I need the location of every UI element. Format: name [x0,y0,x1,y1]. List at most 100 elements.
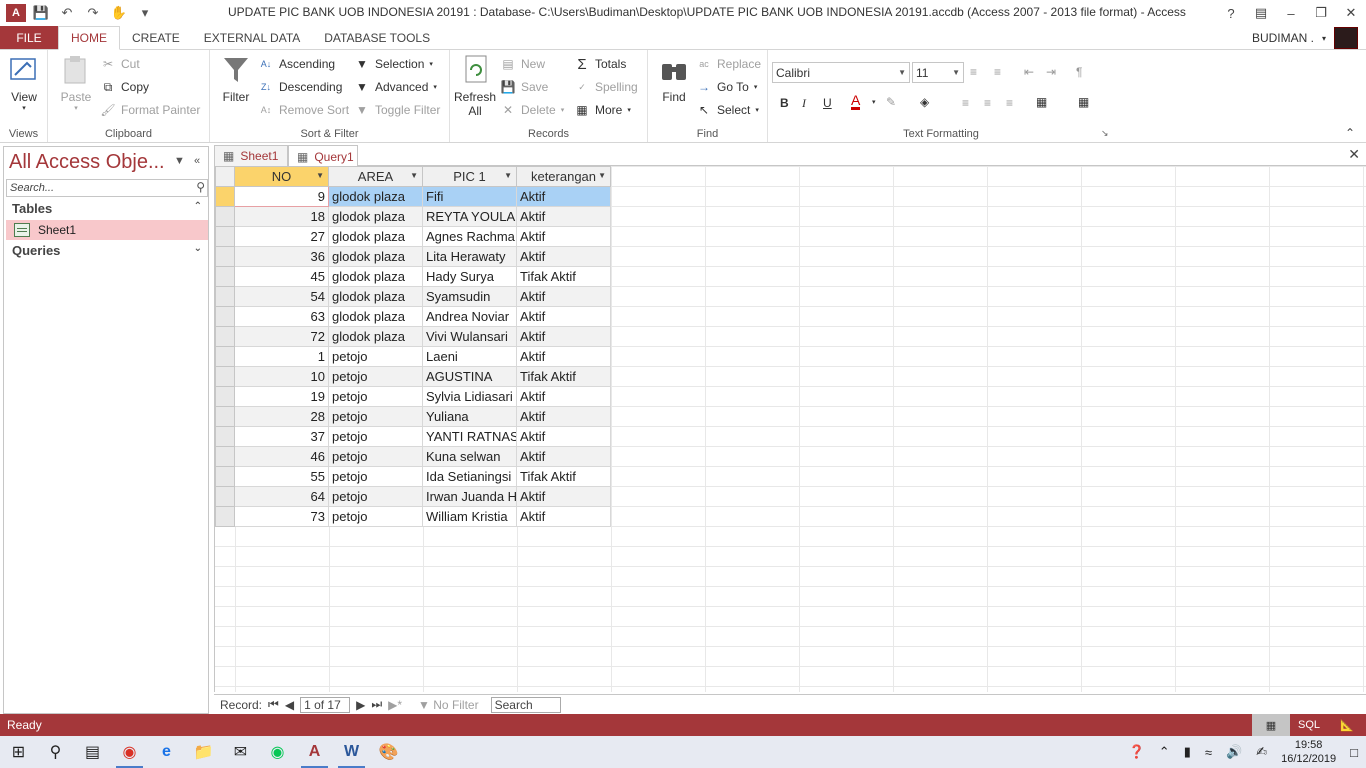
cell-keterangan[interactable]: Aktif [516,286,611,307]
nav-section-queries[interactable]: Queries ⌄ [12,243,202,258]
decrease-indent-icon[interactable]: ⇤ [1024,65,1034,79]
table-row[interactable]: 46 petojo Kuna selwan Aktif [215,446,611,467]
tab-external-data[interactable]: EXTERNAL DATA [192,26,312,49]
cell-no[interactable]: 28 [234,406,329,427]
cell-keterangan[interactable]: Aktif [516,226,611,247]
restore-button[interactable]: ❐ [1306,0,1336,26]
cell-pic1[interactable]: Yuliana [422,406,517,427]
bullets-icon[interactable]: ≡ [970,65,977,79]
cell-keterangan[interactable]: Aktif [516,426,611,447]
cell-area[interactable]: glodok plaza [328,266,423,287]
no-filter-button[interactable]: ▼ No Filter [418,698,479,712]
cell-pic1[interactable]: Laeni [422,346,517,367]
remove-sort-button[interactable]: A↕ Remove Sort [258,102,349,118]
cell-no[interactable]: 10 [234,366,329,387]
gridlines-icon[interactable]: ▦ [1078,95,1089,109]
cell-no[interactable]: 54 [234,286,329,307]
pen-icon[interactable]: ✍ [1256,744,1267,760]
battery-icon[interactable]: ▮ [1184,744,1191,760]
cell-area[interactable]: petojo [328,486,423,507]
dialog-launcher-icon[interactable]: ↘ [1101,128,1109,139]
cell-area[interactable]: petojo [328,506,423,527]
cell-keterangan[interactable]: Tifak Aktif [516,366,611,387]
row-selector[interactable] [215,206,235,227]
cell-pic1[interactable]: Vivi Wulansari [422,326,517,347]
redo-icon[interactable]: ↷ [82,2,104,24]
cell-area[interactable]: glodok plaza [328,326,423,347]
row-selector[interactable] [215,466,235,487]
tab-file[interactable]: FILE [0,26,58,49]
collapse-ribbon-icon[interactable]: ⌃ [1345,126,1355,140]
select-button[interactable]: ↖ Select ▾ [696,102,759,118]
cell-keterangan[interactable]: Aktif [516,306,611,327]
first-record-icon[interactable]: ⏮ [268,697,279,712]
wifi-icon[interactable]: ≈ [1205,745,1212,760]
cell-area[interactable]: glodok plaza [328,186,423,207]
cell-pic1[interactable]: REYTA YOULA H [422,206,517,227]
ribbon-display-icon[interactable]: ▤ [1246,0,1276,26]
column-header-no[interactable]: NO ▼ [234,166,329,187]
shutter-bar-icon[interactable]: « [194,155,200,167]
descending-button[interactable]: Z↓ Descending [258,79,342,95]
column-header-keterangan[interactable]: keterangan ▼ [516,166,611,187]
cell-area[interactable]: petojo [328,346,423,367]
cell-keterangan[interactable]: Aktif [516,406,611,427]
filter-dropdown-icon[interactable]: ▼ [410,171,418,180]
nav-search-input[interactable]: Search... ⚲ [6,179,208,197]
cell-pic1[interactable]: AGUSTINA [422,366,517,387]
last-record-icon[interactable]: ⏭ [371,697,382,712]
highlight-icon[interactable]: ✎ [886,95,896,109]
search-icon[interactable]: ⚲ [196,180,205,194]
undo-icon[interactable]: ↶ [56,2,78,24]
cell-pic1[interactable]: Sylvia Lidiasari [422,386,517,407]
table-row[interactable]: 10 petojo AGUSTINA Tifak Aktif [215,366,611,387]
chrome-icon[interactable]: ◉ [111,736,148,768]
chevron-up-icon[interactable]: ⌃ [1159,744,1170,760]
tab-query1[interactable]: ▦ Query1 [288,145,358,167]
cell-area[interactable]: petojo [328,386,423,407]
advanced-button[interactable]: ▼ Advanced ▾ [354,79,437,95]
cell-pic1[interactable]: Andrea Noviar [422,306,517,327]
cell-pic1[interactable]: Agnes Rachma [422,226,517,247]
filter-dropdown-icon[interactable]: ▼ [316,171,324,180]
sql-view-button[interactable]: SQL [1290,714,1328,736]
customize-toolbar-icon[interactable]: ▾ [134,2,156,24]
cell-pic1[interactable]: Syamsudin [422,286,517,307]
new-record-button[interactable]: ▤ New [500,56,545,72]
row-selector[interactable] [215,246,235,267]
minimize-button[interactable]: – [1276,0,1306,26]
notification-icon[interactable]: □ [1350,745,1358,760]
bold-button[interactable]: B [780,96,789,110]
touch-mode-icon[interactable]: ✋ [108,2,130,24]
row-selector[interactable] [215,226,235,247]
table-row[interactable]: 9 glodok plaza Fifi Aktif [215,186,611,207]
cell-area[interactable]: petojo [328,366,423,387]
mail-icon[interactable]: ✉ [222,736,259,768]
word-icon[interactable]: W [333,736,370,768]
table-row[interactable]: 54 glodok plaza Syamsudin Aktif [215,286,611,307]
table-row[interactable]: 27 glodok plaza Agnes Rachma Aktif [215,226,611,247]
row-selector[interactable] [215,286,235,307]
cell-keterangan[interactable]: Aktif [516,346,611,367]
fill-color-icon[interactable]: ◈ [920,95,929,109]
cell-no[interactable]: 9 [234,186,329,207]
cell-keterangan[interactable]: Aktif [516,486,611,507]
cell-no[interactable]: 55 [234,466,329,487]
cell-no[interactable]: 36 [234,246,329,267]
filter-button[interactable]: Filter [220,54,252,104]
row-selector[interactable] [215,446,235,467]
delete-record-button[interactable]: ✕ Delete ▾ [500,102,564,118]
volume-icon[interactable]: 🔊 [1226,744,1242,760]
selection-button[interactable]: ▼ Selection ▾ [354,56,433,72]
increase-indent-icon[interactable]: ⇥ [1046,65,1056,79]
next-record-icon[interactable]: ▶ [356,698,365,712]
access-icon[interactable]: A [296,736,333,768]
select-all-corner[interactable] [215,166,235,187]
table-row[interactable]: 64 petojo Irwan Juanda H Aktif [215,486,611,507]
italic-button[interactable]: I [802,96,806,111]
nav-pane-title[interactable]: All Access Obje... [9,151,165,174]
row-selector[interactable] [215,506,235,527]
view-button[interactable]: View ▾ [8,54,40,112]
table-row[interactable]: 63 glodok plaza Andrea Noviar Aktif [215,306,611,327]
cell-no[interactable]: 45 [234,266,329,287]
